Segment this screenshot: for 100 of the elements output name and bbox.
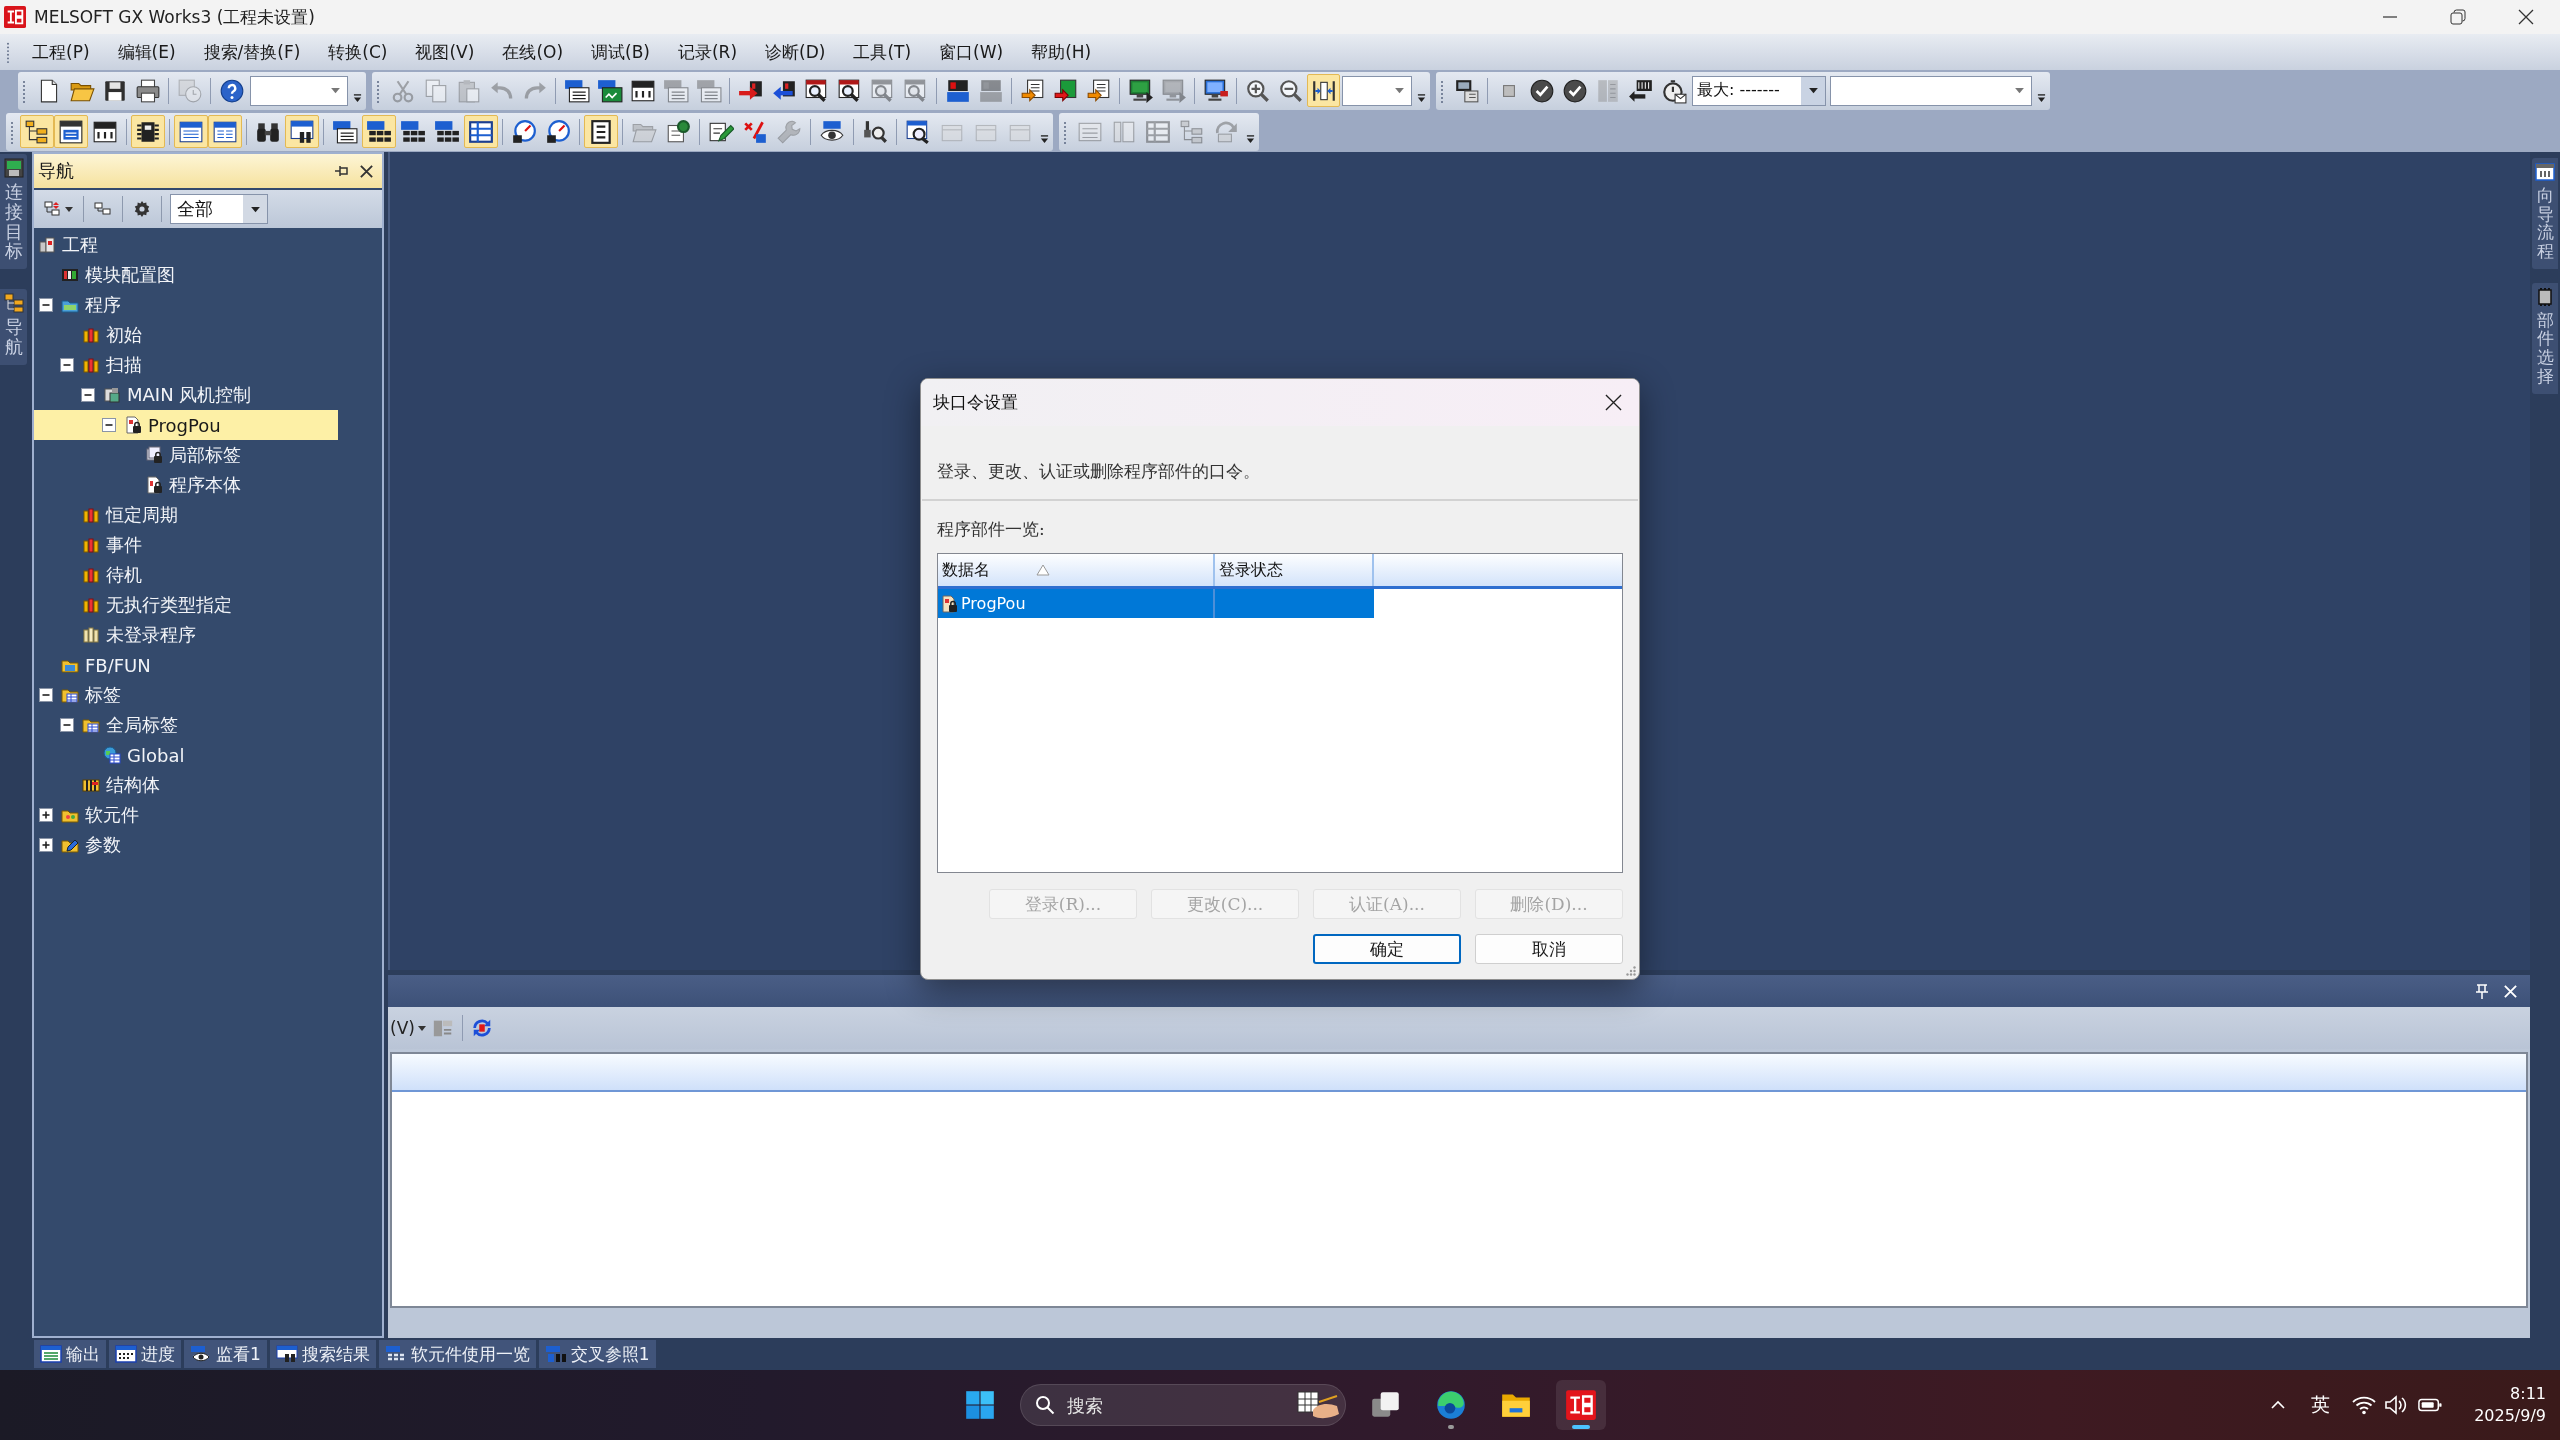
- search-input[interactable]: 搜索: [1066, 1390, 1285, 1420]
- menu-item[interactable]: 帮助(H): [1017, 36, 1106, 68]
- zoom-in-icon: [1244, 77, 1271, 104]
- minus-box-icon[interactable]: [39, 298, 53, 312]
- resize-grip-icon[interactable]: [1626, 966, 1636, 976]
- panel-tab[interactable]: 交叉参照1: [538, 1340, 656, 1368]
- tree-item[interactable]: 工程: [34, 230, 338, 260]
- close-icon: [358, 163, 374, 179]
- window-list-icon: [695, 77, 722, 104]
- menu-item[interactable]: 工具(T): [839, 36, 926, 68]
- side-tab[interactable]: 导航: [0, 289, 27, 365]
- toolbar-button[interactable]: [362, 115, 396, 148]
- view-menu-button[interactable]: (V): [388, 1018, 428, 1038]
- dialog-description: 登录、更改、认证或删除程序部件的口令。: [937, 460, 1260, 483]
- column-header[interactable]: 数据名: [938, 554, 1215, 586]
- table-icon: [1145, 118, 1171, 145]
- volume-icon[interactable]: [2384, 1395, 2409, 1415]
- filter-combo-box[interactable]: 全部: [170, 194, 268, 224]
- eye-icon: [190, 1345, 212, 1363]
- menu-item[interactable]: 搜索/替换(F): [189, 36, 315, 68]
- panel-tab[interactable]: 搜索结果: [269, 1340, 376, 1368]
- toolbar-combo-box[interactable]: 最大: -------: [1692, 75, 1826, 106]
- toolbar-button[interactable]: [131, 115, 165, 148]
- tree-item[interactable]: 局部标签: [34, 440, 338, 470]
- menu-item[interactable]: 工程(P): [18, 36, 104, 68]
- check-circle-icon: [1528, 77, 1555, 104]
- menu-item[interactable]: 记录(R): [663, 36, 752, 68]
- tree-item[interactable]: 事件: [34, 530, 338, 560]
- plus-box-icon[interactable]: [39, 808, 53, 822]
- tree-item[interactable]: 无执行类型指定: [34, 590, 338, 620]
- dropdown-arrow-icon: [249, 205, 261, 213]
- window-title: MELSOFT GX Works3 (工程未设置): [34, 5, 315, 29]
- side-tab[interactable]: 连接目标: [0, 154, 27, 270]
- toolbar-button[interactable]: [1307, 74, 1340, 107]
- toolbar-combo-box[interactable]: [1830, 75, 2032, 106]
- minus-box-icon[interactable]: [102, 418, 116, 432]
- panel-tab[interactable]: 输出: [34, 1340, 106, 1368]
- table-folder-icon: [61, 686, 79, 704]
- plus-box-icon[interactable]: [39, 838, 53, 852]
- menu-item[interactable]: 诊断(D): [751, 36, 840, 68]
- panel-tab[interactable]: 软元件使用一览: [378, 1340, 536, 1368]
- menu-item[interactable]: 视图(V): [401, 36, 489, 68]
- gauge-icon: [511, 118, 537, 145]
- stopwatch-icon: [1660, 77, 1687, 104]
- tree-item[interactable]: 程序本体: [34, 470, 338, 500]
- minus-box-icon[interactable]: [39, 688, 53, 702]
- toolbar-button[interactable]: [20, 115, 54, 148]
- tree-item[interactable]: 程序: [34, 290, 338, 320]
- clock-date[interactable]: 2025/9/9: [2474, 1405, 2546, 1427]
- clock-time[interactable]: 8:11: [2510, 1383, 2546, 1405]
- toolbar-button[interactable]: [464, 115, 498, 148]
- tree-item[interactable]: MAIN 风机控制: [34, 380, 338, 410]
- grip-icon[interactable]: [6, 41, 10, 63]
- window-list-icon: [332, 118, 358, 145]
- tree-item[interactable]: 标签: [34, 680, 338, 710]
- app-logo-icon: [1563, 1388, 1598, 1422]
- toolbar-button[interactable]: [285, 115, 319, 148]
- side-tab[interactable]: 向导流程: [2532, 158, 2558, 269]
- side-tab[interactable]: 部件选择: [2532, 282, 2558, 394]
- menu-item[interactable]: 调试(B): [577, 36, 664, 68]
- tree-item[interactable]: 软元件: [34, 800, 338, 830]
- wifi-icon[interactable]: [2352, 1395, 2377, 1415]
- document-arrow-icon: [1085, 77, 1112, 104]
- tree-item[interactable]: ProgPou: [34, 410, 338, 440]
- tree-item[interactable]: 未登录程序: [34, 620, 338, 650]
- tree-item[interactable]: Global: [34, 740, 338, 770]
- menu-item[interactable]: 编辑(E): [103, 36, 190, 68]
- minus-box-icon[interactable]: [81, 388, 95, 402]
- taskbar-app-button[interactable]: [1555, 1380, 1606, 1430]
- minus-box-icon[interactable]: [60, 358, 74, 372]
- search-box[interactable]: 搜索: [1019, 1384, 1346, 1426]
- tree-item[interactable]: 结构体: [34, 770, 338, 800]
- tree-item[interactable]: 全局标签: [34, 710, 338, 740]
- caret-icon: [65, 206, 73, 212]
- document-lock-icon: [940, 594, 958, 613]
- dialog-button[interactable]: 确定: [1313, 934, 1461, 964]
- tree-item[interactable]: 初始: [34, 320, 338, 350]
- tree-item[interactable]: 模块配置图: [34, 260, 338, 290]
- tree-item[interactable]: 扫描: [34, 350, 338, 380]
- minus-box-icon[interactable]: [60, 718, 74, 732]
- toolbar-button[interactable]: [584, 115, 618, 148]
- tree-item[interactable]: 参数: [34, 830, 338, 860]
- menu-item[interactable]: 转换(C): [314, 36, 402, 68]
- column-header[interactable]: 登录状态: [1215, 554, 1374, 586]
- panel-tab[interactable]: 监看1: [184, 1340, 267, 1368]
- tree-item[interactable]: FB/FUN: [34, 650, 338, 680]
- tree-item[interactable]: 待机: [34, 560, 338, 590]
- list-row[interactable]: ProgPou: [938, 589, 1374, 618]
- panel-tab[interactable]: 进度: [109, 1340, 181, 1368]
- input-method-indicator[interactable]: 英: [2311, 1392, 2331, 1418]
- dialog-button[interactable]: 取消: [1475, 934, 1623, 964]
- close-icon: [2518, 9, 2534, 25]
- menu-item[interactable]: 窗口(W): [925, 36, 1018, 68]
- dropdown-arrow-icon: [2013, 87, 2025, 94]
- tree-icon: [1179, 118, 1205, 145]
- toolbar-button[interactable]: [54, 115, 88, 148]
- menu-item[interactable]: 在线(O): [488, 36, 578, 68]
- tree-item[interactable]: 恒定周期: [34, 500, 338, 530]
- window-search-icon: [905, 118, 931, 145]
- search-icon: [1034, 1395, 1055, 1415]
